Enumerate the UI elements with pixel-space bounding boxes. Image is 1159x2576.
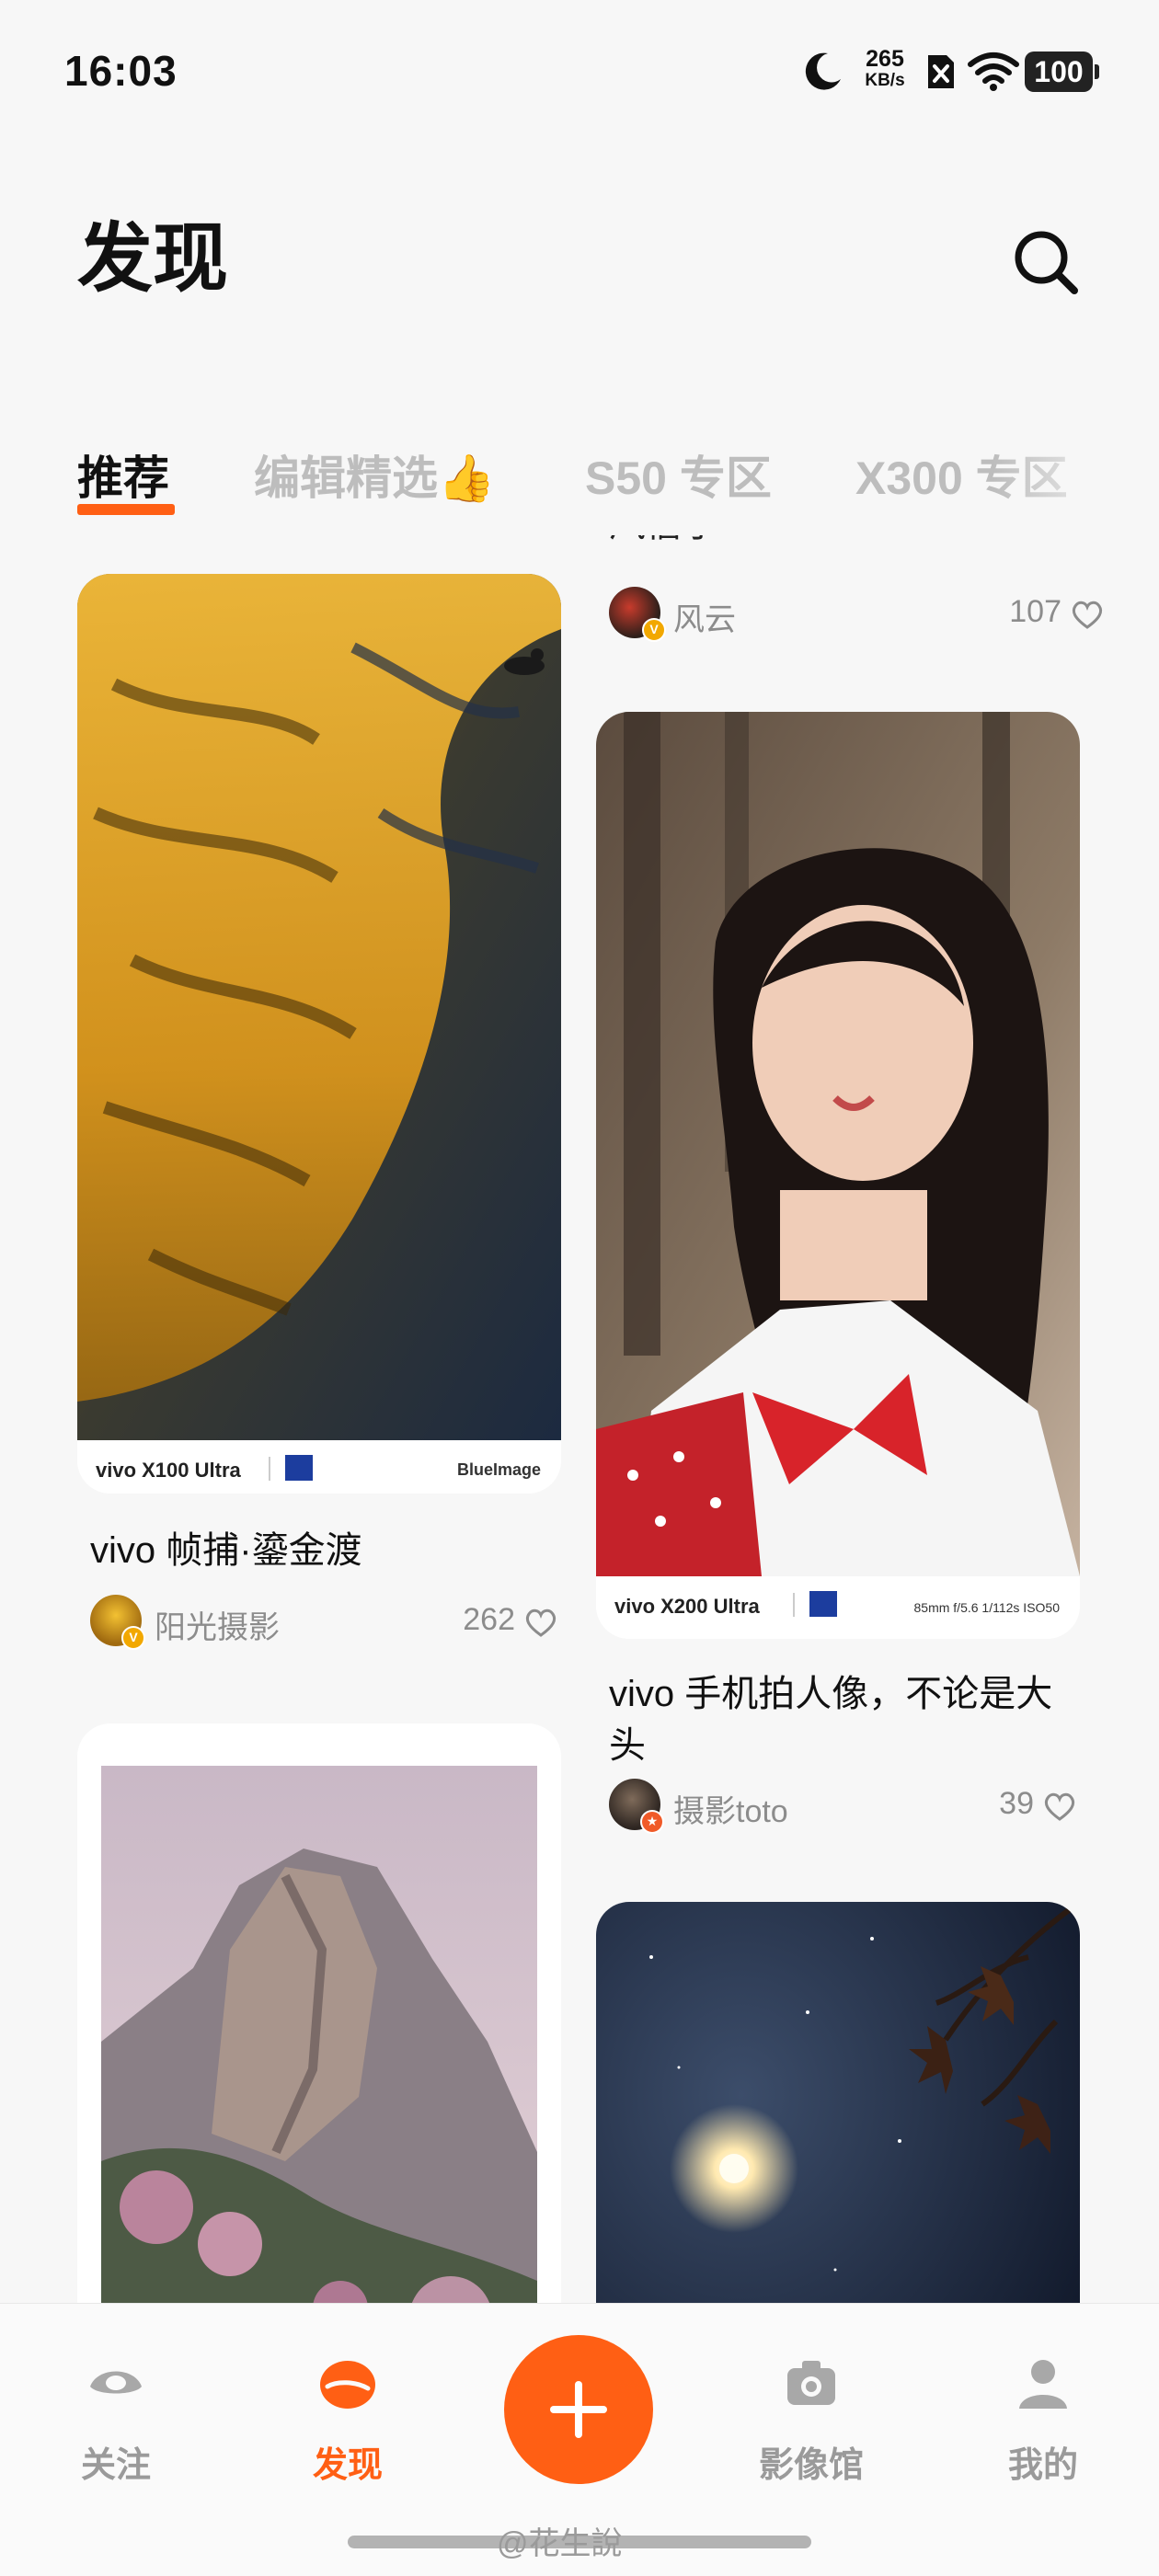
zeiss-logo-icon	[285, 1455, 313, 1481]
status-time: 16:03	[64, 47, 178, 95]
zeiss-logo-icon	[809, 1591, 837, 1617]
discover-feed[interactable]: 风信子 V 风云 107	[0, 535, 1159, 2303]
author-name[interactable]: 摄影toto	[673, 1786, 788, 1831]
battery-icon: 100	[1025, 52, 1099, 92]
post-title-partial: 风信子	[609, 535, 1106, 550]
heart-icon	[1072, 601, 1103, 629]
author-name[interactable]: 阳光摄影	[155, 1602, 280, 1647]
post-image[interactable]	[101, 1766, 537, 2303]
post-card[interactable]	[77, 1723, 561, 2303]
nav-profile[interactable]: 我的	[968, 2353, 1115, 2491]
discover-icon	[320, 2361, 375, 2409]
wifi-icon	[968, 52, 1019, 91]
post-card[interactable]: vivo X100 Ultra BlueImage	[77, 574, 561, 1494]
post-image[interactable]	[596, 1902, 1080, 2303]
search-icon[interactable]	[1010, 226, 1082, 298]
tab-editors-picks[interactable]: 编辑精选👍	[254, 441, 495, 508]
post-card[interactable]	[596, 1902, 1080, 2303]
nav-label: 发现	[312, 2446, 383, 2485]
like-count[interactable]: 262	[463, 1602, 559, 1638]
camera-icon	[787, 2361, 835, 2405]
nav-label: 影像馆	[758, 2446, 864, 2485]
tab-s50[interactable]: S50 专区	[585, 441, 772, 508]
create-post-button[interactable]	[504, 2335, 653, 2484]
net-speed: 265 KB/s	[859, 48, 911, 92]
no-sim-icon	[928, 55, 954, 88]
status-bar: 16:03 265 KB/s 100	[0, 0, 1159, 138]
tab-x300[interactable]: X300 专区	[855, 441, 1068, 508]
verified-badge: V	[121, 1626, 145, 1650]
creator-badge: ★	[640, 1810, 664, 1834]
category-tabs: 推荐 编辑精选👍 S50 专区 X300 专区	[0, 432, 1159, 533]
tab-active-indicator	[77, 504, 175, 515]
post-card[interactable]: vivo X200 Ultra 85mm f/5.6 1/112s ISO50	[596, 712, 1080, 1639]
page-title: 发现	[77, 217, 229, 301]
nav-gallery[interactable]: 影像馆	[736, 2353, 883, 2491]
image-watermark: @花生說	[497, 2526, 623, 2561]
watermark-info: BlueImage	[456, 1460, 541, 1479]
like-count[interactable]: 39	[999, 1786, 1078, 1822]
post-meta: V 阳光摄影 262	[90, 1595, 559, 1650]
post-meta: V 风云 107	[609, 587, 1106, 642]
like-count-value: 262	[463, 1602, 515, 1637]
post-image[interactable]	[596, 712, 1080, 1576]
eye-icon	[90, 2371, 142, 2394]
watermark-separator	[793, 1593, 795, 1617]
post-title[interactable]: vivo 帧捕·鎏金渡	[90, 1525, 587, 1576]
watermark-info: 85mm f/5.6 1/112s ISO50	[913, 1600, 1061, 1615]
watermark-brand: vivo X200 Ultra	[614, 1595, 760, 1618]
post-image[interactable]	[77, 574, 561, 1440]
tab-recommended[interactable]: 推荐	[77, 441, 169, 508]
net-speed-unit: KB/s	[865, 71, 905, 90]
post-title[interactable]: vivo 手机拍人像，不论是大头	[609, 1668, 1087, 1771]
heart-icon	[1044, 1792, 1075, 1821]
author-name[interactable]: 风云	[673, 594, 736, 639]
net-speed-value: 265	[866, 46, 904, 72]
moon-icon	[805, 52, 841, 90]
like-count-value: 39	[999, 1786, 1034, 1821]
camera-watermark: vivo X200 Ultra 85mm f/5.6 1/112s ISO50	[596, 1576, 1080, 1639]
nav-discover[interactable]: 发现	[272, 2353, 419, 2491]
verified-badge: V	[642, 618, 666, 642]
like-count[interactable]: 107	[1009, 594, 1106, 630]
nav-label: 我的	[1007, 2446, 1078, 2485]
nav-follow[interactable]: 关注	[40, 2353, 188, 2491]
watermark-separator	[269, 1457, 270, 1481]
post-meta: ★ 摄影toto 39	[609, 1779, 1078, 1834]
watermark-brand: vivo X100 Ultra	[96, 1459, 241, 1482]
profile-icon	[1019, 2360, 1067, 2409]
like-count-value: 107	[1009, 594, 1061, 629]
nav-label: 关注	[80, 2446, 151, 2485]
heart-icon	[525, 1609, 557, 1637]
camera-watermark: vivo X100 Ultra BlueImage	[77, 1440, 561, 1494]
